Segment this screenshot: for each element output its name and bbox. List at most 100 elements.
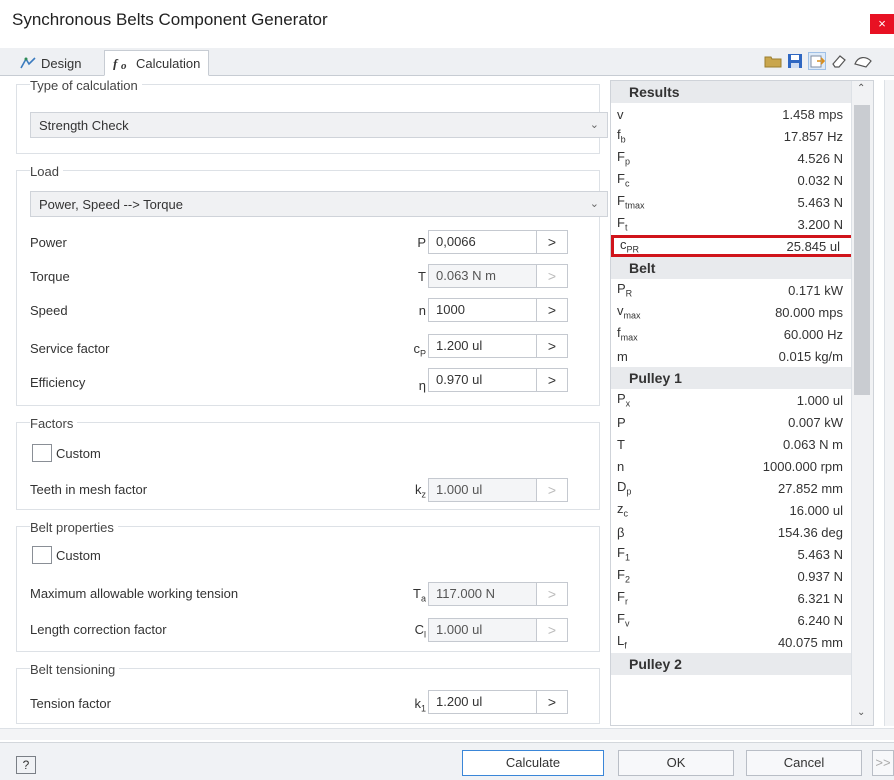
- result-value: 6.240 N: [797, 612, 843, 628]
- max-tension-value: 117.000 N: [429, 583, 537, 605]
- length-correction-label: Length correction factor: [30, 622, 167, 637]
- results-scroll-thumb[interactable]: [854, 105, 870, 395]
- result-value: 4.526 N: [797, 150, 843, 166]
- results-row: Px 1.000 ul: [611, 389, 873, 411]
- result-value: 60.000 Hz: [783, 326, 843, 342]
- power-symbol: P: [417, 235, 426, 250]
- result-value: 1000.000 rpm: [762, 458, 843, 474]
- service-factor-value: 1.200 ul: [429, 335, 537, 357]
- calc-type-dropdown[interactable]: Strength Check ⌄: [30, 112, 608, 138]
- max-tension-symbol: Ta: [413, 586, 426, 604]
- tension-factor-label: Tension factor: [30, 696, 111, 711]
- belt-properties-heading: Belt properties: [30, 520, 118, 535]
- results-section-heading: Pulley 1: [611, 367, 873, 389]
- factors-custom-label: Custom: [56, 446, 101, 461]
- result-symbol: fb: [617, 127, 626, 145]
- result-value: 5.463 N: [797, 194, 843, 210]
- power-arrow-button[interactable]: >: [537, 231, 567, 253]
- result-symbol: P: [617, 414, 626, 430]
- speed-field[interactable]: 1000 >: [428, 298, 568, 322]
- load-mode-dropdown[interactable]: Power, Speed --> Torque ⌄: [30, 191, 608, 217]
- result-value: 16.000 ul: [789, 502, 844, 518]
- tab-calculation[interactable]: fo Calculation: [104, 50, 210, 76]
- results-row: v 1.458 mps: [611, 103, 873, 125]
- result-symbol: Ft: [617, 215, 628, 233]
- results-row-highlighted: cPR 25.845 ul: [611, 235, 873, 257]
- speed-arrow-button[interactable]: >: [537, 299, 567, 321]
- length-correction-field: 1.000 ul >: [428, 618, 568, 642]
- tension-factor-arrow-button[interactable]: >: [537, 691, 567, 713]
- tab-calculation-label: Calculation: [136, 55, 201, 71]
- efficiency-field[interactable]: 0.970 ul >: [428, 368, 568, 392]
- ok-button[interactable]: OK: [618, 750, 734, 776]
- result-value: 154.36 deg: [777, 524, 843, 540]
- power-label: Power: [30, 235, 67, 250]
- service-factor-arrow-button[interactable]: >: [537, 335, 567, 357]
- result-symbol: Fr: [617, 589, 628, 607]
- teeth-mesh-symbol: kz: [415, 482, 426, 500]
- result-value: 6.321 N: [797, 590, 843, 606]
- tab-design[interactable]: Design: [12, 50, 89, 76]
- result-symbol: Fv: [617, 611, 630, 629]
- open-folder-icon[interactable]: [764, 52, 782, 70]
- result-symbol: Px: [617, 391, 631, 409]
- help-button[interactable]: ?: [16, 756, 36, 774]
- result-symbol: fmax: [617, 325, 638, 343]
- results-row: Ft 3.200 N: [611, 213, 873, 235]
- results-scrollbar[interactable]: ⌃ ⌄: [851, 81, 873, 725]
- results-row: T 0.063 N m: [611, 433, 873, 455]
- outer-scrollbar[interactable]: [884, 80, 894, 726]
- load-heading: Load: [30, 164, 63, 179]
- efficiency-arrow-button[interactable]: >: [537, 369, 567, 391]
- service-factor-label: Service factor: [30, 341, 110, 356]
- horizontal-scrollbar[interactable]: [0, 728, 894, 740]
- result-symbol: v: [617, 106, 624, 122]
- torque-field: 0.063 N m >: [428, 264, 568, 288]
- result-symbol: F1: [617, 545, 630, 563]
- efficiency-symbol: η: [418, 378, 426, 393]
- results-row: Fr 6.321 N: [611, 587, 873, 609]
- results-row: Lf 40.075 mm: [611, 631, 873, 653]
- scroll-up-icon[interactable]: ⌃: [857, 83, 865, 94]
- results-row: PR 0.171 kW: [611, 279, 873, 301]
- results-row: Fv 6.240 N: [611, 609, 873, 631]
- tension-factor-field[interactable]: 1.200 ul >: [428, 690, 568, 714]
- more-button[interactable]: >>: [872, 750, 894, 776]
- results-heading: Results: [611, 81, 873, 103]
- results-panel[interactable]: Results v 1.458 mps fb 17.857 Hz Fp 4.526 N Fc…: [610, 80, 874, 726]
- calculation-icon: fo: [113, 56, 131, 72]
- options-icon[interactable]: [852, 52, 874, 70]
- save-icon[interactable]: [786, 52, 804, 70]
- export-icon[interactable]: [808, 52, 826, 70]
- service-factor-field[interactable]: 1.200 ul >: [428, 334, 568, 358]
- chevron-down-icon: ⌄: [589, 198, 599, 210]
- torque-arrow-button: >: [547, 268, 557, 284]
- power-field[interactable]: 0,0066 >: [428, 230, 568, 254]
- result-value: 0.015 kg/m: [778, 348, 843, 364]
- result-symbol: Ftmax: [617, 193, 645, 211]
- result-value: 0.937 N: [797, 568, 843, 584]
- results-row: Ftmax 5.463 N: [611, 191, 873, 213]
- teeth-mesh-field: 1.000 ul >: [428, 478, 568, 502]
- result-symbol: zc: [617, 501, 628, 519]
- result-symbol: vmax: [617, 303, 641, 321]
- results-row: zc 16.000 ul: [611, 499, 873, 521]
- result-value: 40.075 mm: [777, 634, 843, 650]
- tab-design-label: Design: [41, 55, 82, 71]
- belt-custom-checkbox[interactable]: [32, 546, 52, 564]
- result-value: 27.852 mm: [777, 480, 843, 496]
- cancel-button[interactable]: Cancel: [746, 750, 862, 776]
- eraser-icon[interactable]: [830, 52, 848, 70]
- result-value: 0.007 kW: [788, 414, 843, 430]
- max-tension-arrow-button: >: [547, 586, 557, 602]
- factors-custom-checkbox[interactable]: [32, 444, 52, 462]
- svg-text:f: f: [113, 56, 119, 70]
- length-correction-symbol: Cl: [414, 622, 426, 640]
- results-section-heading: Belt: [611, 257, 873, 279]
- results-row: n 1000.000 rpm: [611, 455, 873, 477]
- window-title: Synchronous Belts Component Generator: [12, 10, 328, 29]
- scroll-down-icon[interactable]: ⌄: [857, 707, 865, 718]
- results-row: Dp 27.852 mm: [611, 477, 873, 499]
- close-button[interactable]: ×: [870, 14, 894, 34]
- calculate-button[interactable]: Calculate: [462, 750, 604, 776]
